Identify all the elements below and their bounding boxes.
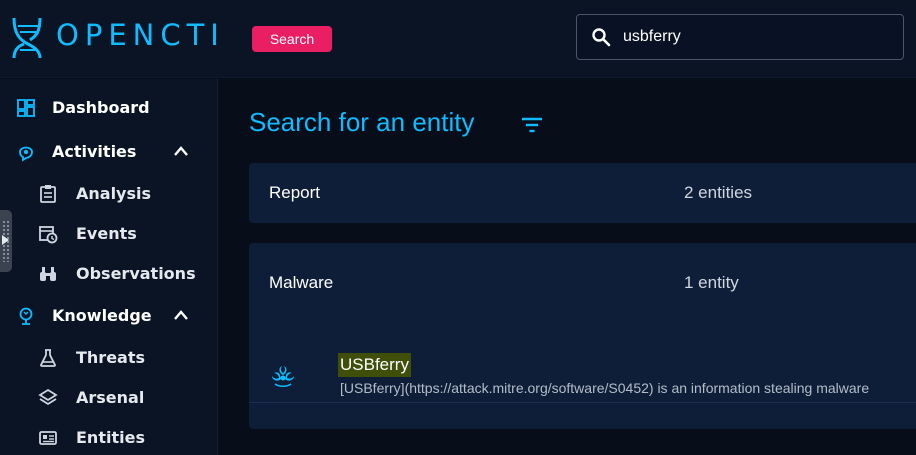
threats-icon [40,349,56,367]
filter-icon[interactable] [521,117,543,133]
sidebar-item-label: Threats [76,348,146,367]
binoculars-icon [40,267,56,281]
biohazard-icon [272,366,294,388]
result-group-malware: Malware 1 entity USBferry [USBferry](htt… [249,243,916,429]
sidebar-item-threats[interactable]: Threats [0,338,217,378]
top-bar: OPENCTI Search [0,0,916,78]
search-icon[interactable] [591,27,611,47]
expand-arrow-icon [2,235,9,245]
group-entity-count: 2 entities [684,183,753,202]
search-input[interactable] [623,25,893,49]
sidebar-item-analysis[interactable]: Analysis [0,174,217,214]
sidebar-item-activities[interactable]: Activities [0,132,217,172]
sidebar-item-entities[interactable]: Entities [0,418,217,455]
sidebar-item-label: Knowledge [52,306,152,325]
main-content: Search for an entity Report 2 entities M… [219,79,916,455]
app-root: OPENCTI Search Dashboard Ac [0,0,916,455]
search-result-row[interactable]: USBferry [USBferry](https://attack.mitre… [249,331,916,403]
sidebar-expand-handle[interactable] [0,210,12,272]
page-title: Search for an entity [249,107,475,137]
sidebar: Dashboard Activities Analysis Events Obs… [0,79,218,455]
activities-icon [19,146,33,162]
global-search-box[interactable] [576,14,904,60]
sidebar-item-label: Analysis [76,184,152,203]
group-entity-type: Report [269,183,321,202]
entities-icon [39,431,57,445]
dashboard-icon [17,99,35,117]
result-entity-description: [USBferry](https://attack.mitre.org/soft… [340,380,870,396]
knowledge-icon [19,307,33,325]
sidebar-item-arsenal[interactable]: Arsenal [0,378,217,418]
brand-name: OPENCTI [56,18,225,52]
search-page-badge: Search [252,26,332,52]
sidebar-item-knowledge[interactable]: Knowledge [0,296,217,336]
sidebar-item-dashboard[interactable]: Dashboard [0,88,217,128]
sidebar-item-label: Activities [52,142,137,161]
chevron-up-icon[interactable] [172,144,190,158]
sidebar-item-label: Dashboard [52,98,150,117]
result-group-report[interactable]: Report 2 entities [249,163,916,223]
result-entity-name[interactable]: USBferry [338,353,411,377]
group-entity-count: 1 entity [684,273,739,292]
analysis-icon [40,185,56,203]
opencti-logo-icon[interactable] [10,14,46,60]
events-icon [39,226,58,244]
sidebar-item-events[interactable]: Events [0,214,217,254]
arsenal-icon [38,388,58,406]
sidebar-item-label: Entities [76,428,145,447]
sidebar-item-label: Arsenal [76,388,145,407]
sidebar-item-label: Observations [76,264,196,283]
chevron-up-icon[interactable] [172,308,190,322]
sidebar-item-label: Events [76,224,137,243]
group-entity-type: Malware [269,273,334,292]
sidebar-item-observations[interactable]: Observations [0,254,217,294]
